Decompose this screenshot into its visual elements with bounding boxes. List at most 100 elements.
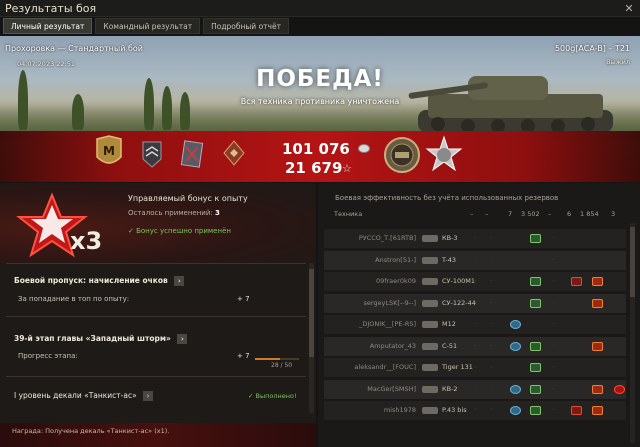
col-damage[interactable]: 1 854 — [580, 210, 599, 218]
chapter-arrow-button[interactable]: › — [177, 334, 188, 344]
empty-cell-dash: – — [552, 256, 555, 263]
vehicle-row[interactable]: mish1978 P.43 bis – – – — [324, 401, 626, 421]
track-efficiency-icon[interactable] — [530, 406, 541, 415]
spot-efficiency-icon[interactable] — [510, 384, 521, 394]
tank-name: Tiger 131 — [442, 363, 473, 371]
empty-cell-dash: – — [490, 364, 493, 370]
crit-efficiency-icon[interactable] — [592, 406, 603, 415]
tank-icon — [422, 407, 438, 414]
mastery-badge-icon[interactable]: M — [93, 135, 125, 171]
player-name: РУССО_Т.[61RTB] — [358, 234, 416, 242]
left-scrollbar[interactable] — [309, 263, 314, 413]
empty-cell-dash: – — [474, 299, 477, 306]
right-scrollbar-thumb[interactable] — [630, 227, 635, 297]
dmg-efficiency-icon[interactable] — [571, 406, 582, 415]
left-scrollbar-thumb[interactable] — [309, 269, 314, 357]
col-spot-damage[interactable]: 3 502 — [521, 210, 540, 218]
vehicle-row[interactable]: РУССО_Т.[61RTB] КВ-3 – – – — [324, 229, 626, 249]
empty-cell-dash: – — [552, 278, 555, 284]
tank-name: СУ-122-44 — [442, 298, 476, 307]
rank-diamond-icon[interactable] — [222, 139, 246, 169]
col-kills[interactable]: 3 — [611, 210, 615, 218]
bonus-remaining: Осталось применений: 3 — [128, 209, 220, 217]
chapter-progress-label: Прогресс этапа: — [18, 352, 78, 360]
player-name: aleksandr__[FOUC] — [354, 363, 416, 371]
chapter-progress-bar — [255, 358, 299, 360]
dmg-efficiency-icon[interactable] — [571, 277, 582, 286]
gunner-medal-icon[interactable] — [382, 135, 422, 175]
track-efficiency-icon[interactable] — [530, 341, 541, 351]
tab-personal-result[interactable]: Личный результат — [3, 18, 93, 34]
tank-name: КВ-2 — [442, 384, 458, 393]
tank-name: T-43 — [442, 255, 456, 264]
empty-cell-dash: – — [490, 235, 493, 241]
tab-team-result[interactable]: Командный результат — [95, 18, 201, 34]
rank-chevron-icon[interactable] — [140, 139, 164, 169]
spot-efficiency-icon[interactable] — [510, 406, 521, 415]
empty-cell-dash: – — [474, 342, 477, 349]
track-efficiency-icon[interactable] — [530, 384, 541, 394]
tank-icon — [422, 385, 438, 393]
vehicle-row[interactable]: Amputator_43 С-51 – – – — [324, 336, 626, 357]
bonus-multiplier: x3 — [70, 227, 102, 255]
crit-efficiency-icon[interactable] — [592, 277, 603, 286]
empty-cell-dash: – — [474, 321, 477, 327]
right-scrollbar[interactable] — [630, 223, 635, 443]
efficiency-panel: Боевая эффективность без учёта использов… — [318, 183, 640, 447]
credits-icon — [358, 144, 370, 153]
vehicle-row[interactable]: aleksandr__[FOUC] Tiger 131– – – — [324, 358, 626, 378]
tab-bar: Личный результат Командный результат Под… — [3, 18, 292, 34]
xp-icon: ☆ — [342, 162, 352, 175]
bonus-star-icon: x3 — [16, 192, 102, 258]
crit-efficiency-icon[interactable] — [592, 384, 603, 394]
track-efficiency-icon[interactable] — [530, 234, 541, 243]
tank-name: P.43 bis — [442, 406, 467, 414]
track-efficiency-icon[interactable] — [530, 363, 541, 372]
crit-efficiency-icon[interactable] — [592, 298, 603, 308]
tank-name: КВ-3 — [442, 234, 458, 242]
track-efficiency-icon[interactable] — [530, 277, 541, 286]
bonus-title: Управляемый бонус к опыту — [128, 194, 248, 203]
empty-cell-dash: – — [490, 407, 493, 413]
battle-pass-arrow-button[interactable]: › — [174, 276, 185, 286]
empty-cell-dash: – — [490, 299, 493, 306]
tank-icon — [422, 342, 438, 350]
col-dash: – — [470, 210, 474, 218]
vehicle-row[interactable]: sergeyLSK[--9--] СУ-122-44– – – — [324, 293, 626, 314]
vehicle-row[interactable]: Anstron[51-] T-43 – – – — [324, 250, 626, 271]
track-efficiency-icon[interactable] — [530, 298, 541, 308]
empty-cell-dash: – — [552, 407, 555, 413]
spot-efficiency-icon[interactable] — [510, 341, 521, 351]
tab-detailed-report[interactable]: Подробный отчёт — [203, 18, 289, 34]
window-title-bar: Результаты боя ✕ — [0, 0, 640, 17]
tank-icon — [422, 364, 438, 371]
kill-efficiency-icon[interactable] — [614, 384, 625, 394]
player-name: MacGer[SMSH] — [367, 384, 416, 393]
divider — [6, 316, 306, 317]
vehicle-row[interactable]: _DJONIK__[PE-RS] M12 – – – — [324, 315, 626, 335]
col-vehicle[interactable]: Техника — [334, 210, 362, 218]
decal-arrow-button[interactable]: › — [143, 391, 154, 401]
divider — [6, 376, 306, 377]
vehicle-row[interactable]: 09fraer0k09 СУ-100М1– – – — [324, 272, 626, 292]
empty-cell-dash: – — [474, 256, 477, 263]
spot-efficiency-icon[interactable] — [510, 320, 521, 329]
col-crits[interactable]: 6 — [567, 210, 571, 218]
empty-cell-dash: – — [474, 385, 477, 392]
ace-medal-icon[interactable] — [424, 135, 464, 175]
tank-icon — [422, 299, 438, 307]
player-name: mish1978 — [383, 406, 416, 414]
player-name: sergeyLSK[--9--] — [363, 298, 416, 307]
bonus-remaining-value: 3 — [215, 209, 220, 217]
decal-title: I уровень декали «Танкист-ас» — [14, 391, 137, 400]
empty-cell-dash: – — [490, 278, 493, 284]
close-button[interactable]: ✕ — [622, 2, 636, 15]
col-dash: – — [485, 210, 489, 218]
tank-icon — [422, 278, 438, 285]
crit-efficiency-icon[interactable] — [592, 341, 603, 351]
vehicle-row[interactable]: MacGer[SMSH] КВ-2 – – – — [324, 379, 626, 400]
bonus-applied-status: ✓ Бонус успешно применён — [128, 227, 231, 235]
award-medal-icon[interactable] — [180, 139, 204, 169]
col-spotted[interactable]: 7 — [508, 210, 512, 218]
credits-earned: 101 076 — [282, 140, 350, 158]
